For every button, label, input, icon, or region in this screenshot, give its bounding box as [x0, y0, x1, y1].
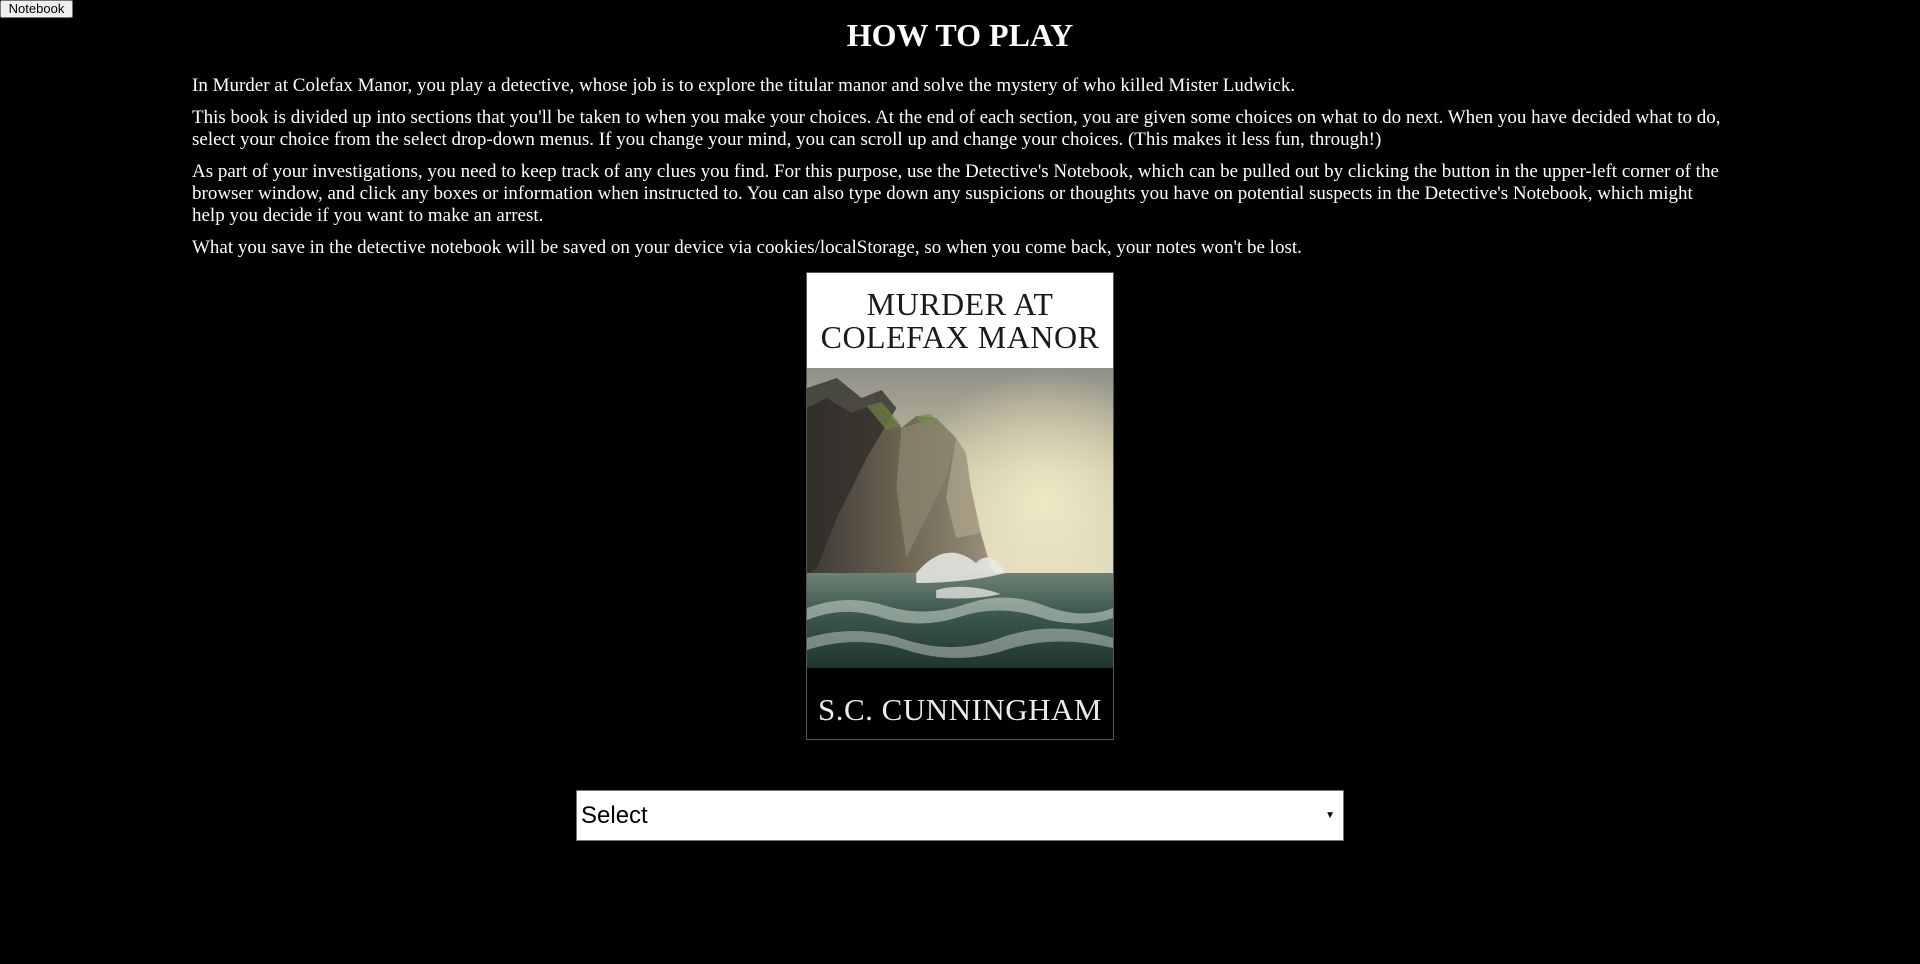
choice-select[interactable]: Select ▼	[576, 790, 1344, 841]
cover-title: MURDER AT COLEFAX MANOR	[807, 273, 1113, 368]
instructions-paragraph-4: What you save in the detective notebook …	[192, 237, 1302, 258]
cover-title-line-2: COLEFAX MANOR	[820, 319, 1100, 355]
instructions: In Murder at Colefax Manor, you play a d…	[192, 75, 1728, 269]
cover-author: S.C. CUNNINGHAM	[818, 692, 1102, 727]
cliff-seascape-painting	[807, 368, 1113, 668]
instructions-paragraph-3: As part of your investigations, you need…	[192, 161, 1719, 226]
cover-title-line-1: MURDER AT	[866, 286, 1054, 322]
book-cover-image: MURDER AT COLEFAX MANOR S.C. CUNNINGHAM	[806, 272, 1114, 740]
choice-select-value: Select	[581, 802, 648, 829]
instructions-paragraph-2: This book is divided up into sections th…	[192, 107, 1721, 150]
instructions-paragraph-1: In Murder at Colefax Manor, you play a d…	[192, 75, 1296, 96]
triangle-down-icon: ▼	[1325, 810, 1335, 821]
page-title: HOW TO PLAY	[846, 17, 1074, 53]
